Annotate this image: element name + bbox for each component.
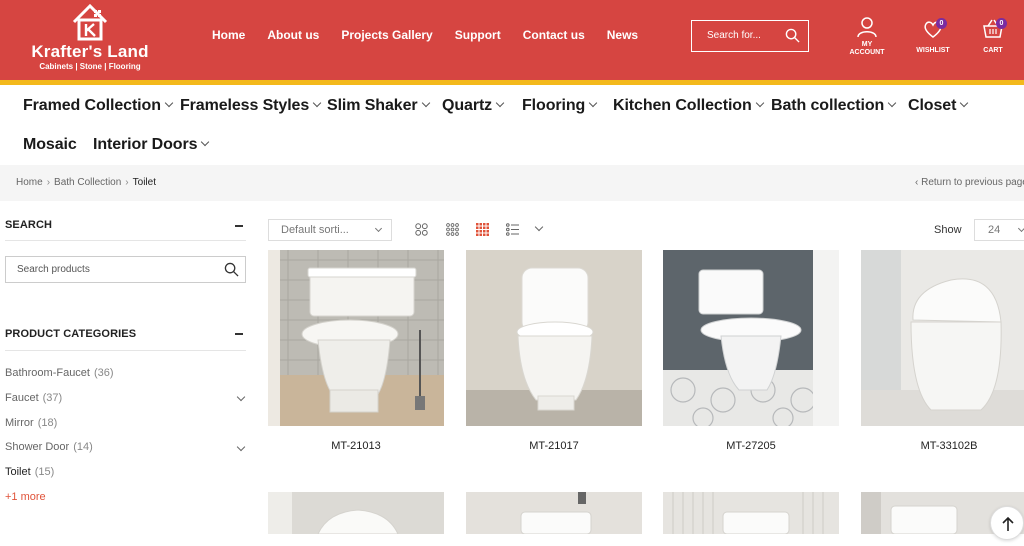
search-icon[interactable] [785, 28, 800, 48]
product-search-input[interactable] [6, 257, 216, 282]
show-more-categories[interactable]: +1 more [5, 491, 46, 503]
category-closet[interactable]: Closet [908, 97, 969, 115]
category-framed-collection[interactable]: Framed Collection [23, 97, 174, 115]
sidebar-category-shower-door[interactable]: Shower Door (14) [5, 441, 93, 453]
grid-2-view-icon[interactable] [415, 223, 428, 236]
product-image[interactable] [663, 492, 839, 534]
chevron-down-icon [164, 98, 174, 108]
breadcrumb-bath-collection[interactable]: Bath Collection [54, 177, 121, 188]
product-search [5, 256, 246, 283]
category-navigation: Framed Collection Frameless Styles Slim … [0, 85, 1024, 165]
product-image-mt-21017[interactable] [466, 250, 642, 426]
sidebar-category-faucet[interactable]: Faucet (37) [5, 392, 62, 404]
cart-count-badge: 0 [996, 18, 1007, 29]
return-previous-link[interactable]: ‹ Return to previous page [915, 177, 1024, 188]
cart-label: CART [983, 47, 1003, 54]
breadcrumb-bar: Home › Bath Collection › Toilet ‹ Return to … [0, 165, 1024, 201]
product-name[interactable]: MT-21017 [466, 440, 642, 452]
wishlist-count-badge: 0 [936, 18, 947, 29]
collapse-search-toggle[interactable] [235, 225, 243, 227]
sidebar-category-mirror[interactable]: Mirror (18) [5, 417, 57, 429]
category-bath-collection[interactable]: Bath collection [771, 97, 897, 115]
product-name[interactable]: MT-33102B [861, 440, 1024, 452]
brand-tagline: Cabinets | Stone | Flooring [39, 62, 141, 71]
chevron-right-icon: › [125, 177, 129, 188]
sort-select[interactable]: Default sorti... [268, 219, 392, 241]
product-image-mt-33102b[interactable] [861, 250, 1024, 426]
breadcrumb: Home › Bath Collection › Toilet [16, 177, 156, 188]
chevron-down-icon [960, 98, 969, 108]
arrow-up-icon [1002, 516, 1014, 531]
grid-3-view-icon[interactable] [446, 223, 459, 236]
per-page-select[interactable]: 24 [974, 219, 1024, 241]
header-search-input[interactable] [692, 21, 778, 50]
scroll-to-top-button[interactable] [990, 506, 1024, 540]
sidebar-category-bathroom-faucet[interactable]: Bathroom-Faucet (36) [5, 367, 114, 379]
category-kitchen-collection[interactable]: Kitchen Collection [613, 97, 764, 115]
product-image[interactable] [268, 492, 444, 534]
sidebar-category-toilet[interactable]: Toilet (15) [5, 466, 54, 478]
chevron-down-icon [588, 98, 598, 108]
product-image-mt-27205[interactable] [663, 250, 839, 426]
divider [5, 350, 246, 351]
category-flooring[interactable]: Flooring [522, 97, 598, 115]
site-logo[interactable]: Krafter's Land Cabinets | Stone | Floori… [22, 2, 158, 74]
search-icon[interactable] [224, 262, 239, 282]
site-header: Krafter's Land Cabinets | Stone | Floori… [0, 0, 1024, 80]
nav-support[interactable]: Support [455, 28, 501, 42]
category-frameless-styles[interactable]: Frameless Styles [180, 97, 322, 115]
wishlist-button[interactable]: 0 WISHLIST [912, 16, 954, 55]
nav-projects-gallery[interactable]: Projects Gallery [341, 28, 432, 42]
list-view-icon[interactable] [506, 223, 519, 236]
nav-contact-us[interactable]: Contact us [523, 28, 585, 42]
chevron-down-icon [312, 98, 322, 108]
cart-button[interactable]: 0 CART [977, 16, 1009, 55]
nav-home[interactable]: Home [212, 28, 245, 42]
account-label-line2: ACCOUNT [849, 49, 885, 56]
view-options-chevron-icon[interactable] [534, 222, 544, 232]
top-navigation: Home About us Projects Gallery Support C… [212, 28, 660, 42]
chevron-right-icon: › [46, 177, 51, 188]
category-slim-shaker[interactable]: Slim Shaker [327, 97, 430, 115]
house-logo-icon [72, 3, 108, 41]
product-image-mt-21013[interactable] [268, 250, 444, 426]
grid-4-view-icon[interactable] [476, 223, 489, 236]
header-search [691, 20, 809, 52]
chevron-down-icon [1017, 224, 1024, 233]
chevron-down-icon[interactable] [236, 442, 246, 452]
breadcrumb-current: Toilet [132, 177, 156, 188]
category-mosaic[interactable]: Mosaic [23, 136, 77, 154]
chevron-down-icon [201, 137, 210, 147]
category-interior-doors[interactable]: Interior Doors [93, 136, 210, 154]
show-label: Show [934, 224, 962, 236]
chevron-down-icon [755, 98, 764, 108]
chevron-down-icon [421, 98, 430, 108]
chevron-down-icon [495, 98, 505, 108]
breadcrumb-home[interactable]: Home [16, 177, 43, 188]
user-icon [857, 17, 877, 38]
nav-news[interactable]: News [607, 28, 638, 42]
category-quartz[interactable]: Quartz [442, 97, 505, 115]
sidebar-search-title: SEARCH [5, 219, 53, 231]
product-image[interactable] [466, 492, 642, 534]
brand-name: Krafter's Land [31, 42, 149, 61]
chevron-down-icon [887, 98, 897, 108]
collapse-categories-toggle[interactable] [235, 333, 243, 335]
chevron-down-icon[interactable] [236, 392, 246, 402]
product-name[interactable]: MT-27205 [663, 440, 839, 452]
wishlist-label: WISHLIST [916, 47, 950, 54]
account-label-line1: MY [861, 41, 873, 48]
nav-about-us[interactable]: About us [267, 28, 319, 42]
divider [5, 240, 246, 241]
chevron-down-icon [374, 224, 383, 233]
product-categories-title: PRODUCT CATEGORIES [5, 328, 137, 340]
my-account-button[interactable]: MY ACCOUNT [847, 16, 887, 57]
product-name[interactable]: MT-21013 [268, 440, 444, 452]
